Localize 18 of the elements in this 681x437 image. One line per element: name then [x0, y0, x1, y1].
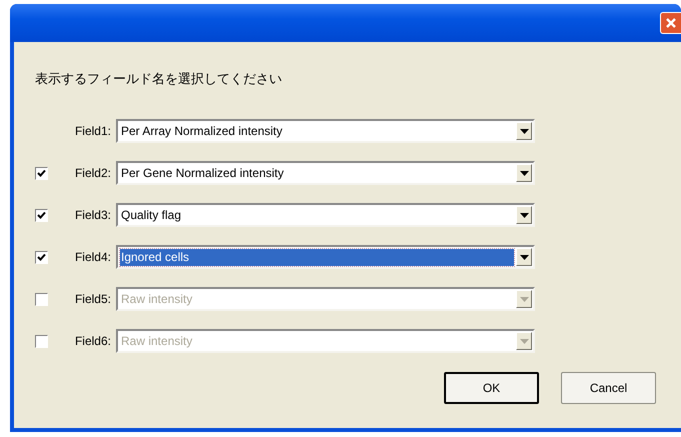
- field-dropdown[interactable]: Ignored cells: [116, 245, 535, 269]
- checkbox[interactable]: [35, 166, 48, 180]
- field-label: Field5:: [74, 292, 111, 306]
- close-icon[interactable]: [665, 17, 677, 29]
- field-dropdown[interactable]: Quality flag: [116, 203, 535, 227]
- field-label: Field2:: [74, 166, 111, 180]
- dialog-button[interactable]: OK: [444, 372, 539, 404]
- prompt-text: 表示するフィールド名を選択してください: [35, 70, 283, 88]
- field-label: Field1:: [74, 124, 111, 138]
- field-label: Field6:: [74, 334, 111, 348]
- field-label: Field4:: [74, 250, 111, 264]
- checkbox[interactable]: [35, 208, 48, 222]
- close-button[interactable]: [660, 12, 681, 34]
- field-dropdown[interactable]: Per Array Normalized intensity: [116, 119, 535, 143]
- checkbox[interactable]: [35, 250, 48, 264]
- dialog-button[interactable]: Cancel: [561, 372, 656, 404]
- field-dropdown[interactable]: Per Gene Normalized intensity: [116, 161, 535, 185]
- field-label: Field3:: [74, 208, 111, 222]
